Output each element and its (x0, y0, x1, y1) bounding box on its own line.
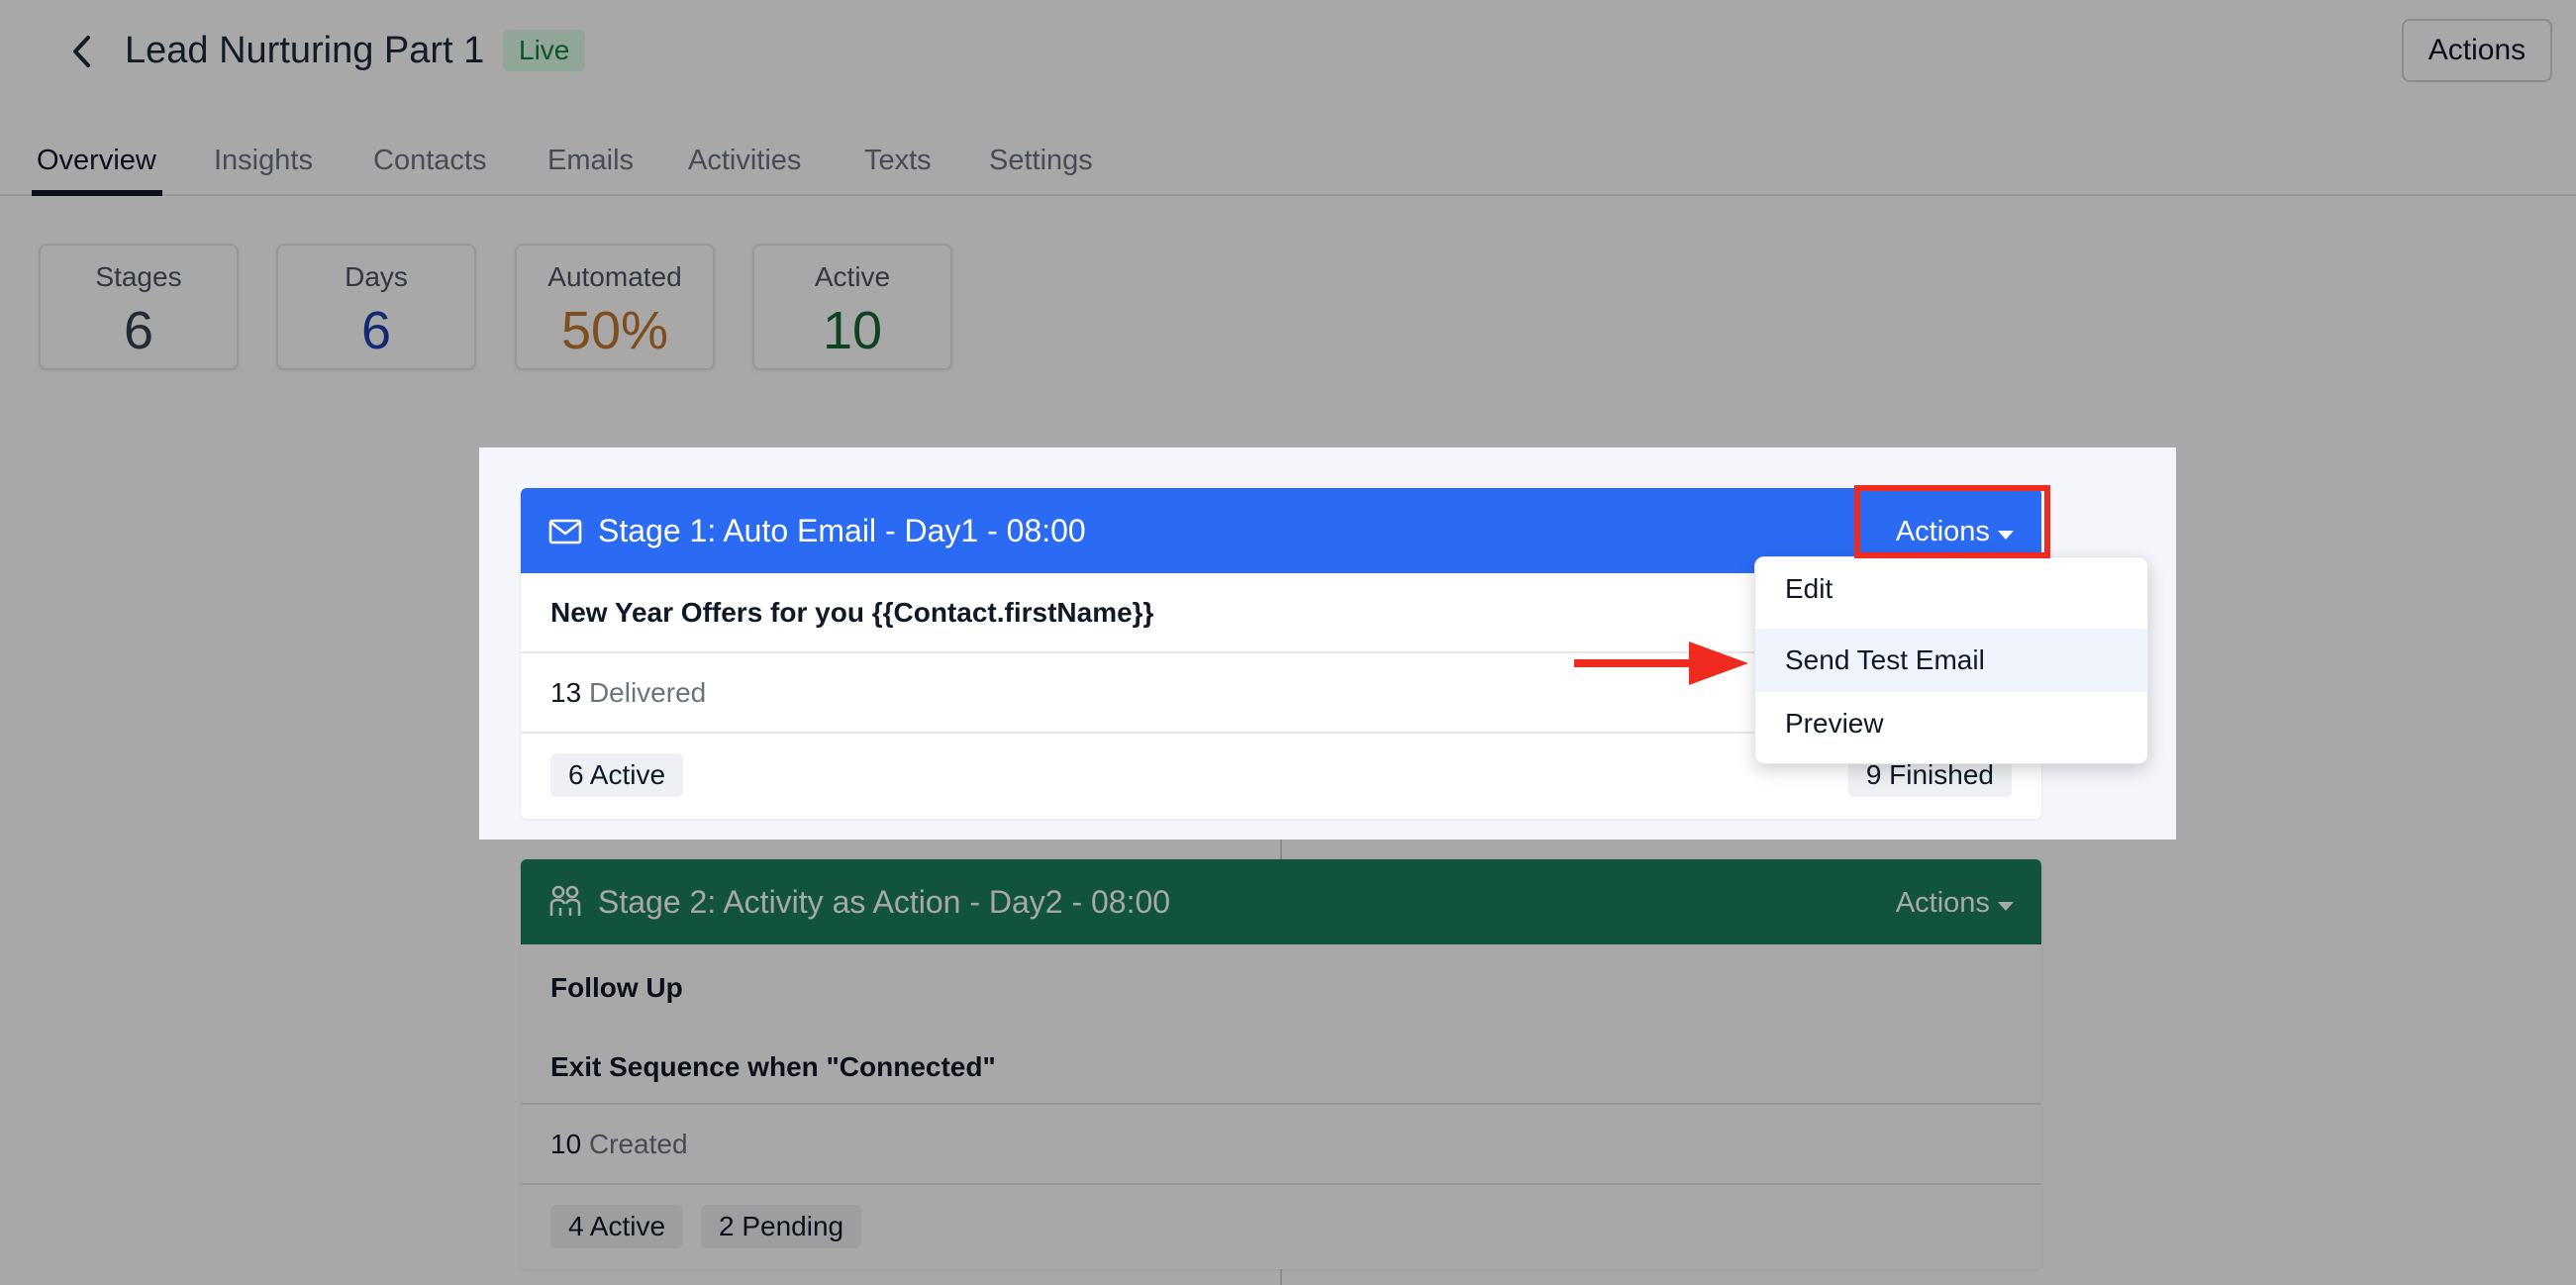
stage-1-title: Stage 1: Auto Email - Day1 - 08:00 (598, 513, 1086, 548)
stage-1-subject: New Year Offers for you {{Contact.firstN… (550, 597, 1154, 628)
delivered-label: Delivered (588, 677, 707, 708)
active-pill[interactable]: 6 Active (550, 753, 684, 797)
stage-1-delivered: 13 Delivered (550, 675, 706, 711)
menu-item-send-test-email[interactable]: Send Test Email (1755, 629, 2147, 692)
annotation-highlight-box (1854, 485, 2050, 558)
delivered-count: 13 (550, 677, 582, 708)
annotation-arrow-icon (1574, 642, 1748, 685)
menu-item-preview[interactable]: Preview (1755, 692, 2147, 755)
menu-item-edit[interactable]: Edit (1755, 557, 2147, 621)
envelope-icon (548, 519, 582, 544)
stage-actions-dropdown: Edit Send Test Email Preview (1754, 556, 2148, 764)
